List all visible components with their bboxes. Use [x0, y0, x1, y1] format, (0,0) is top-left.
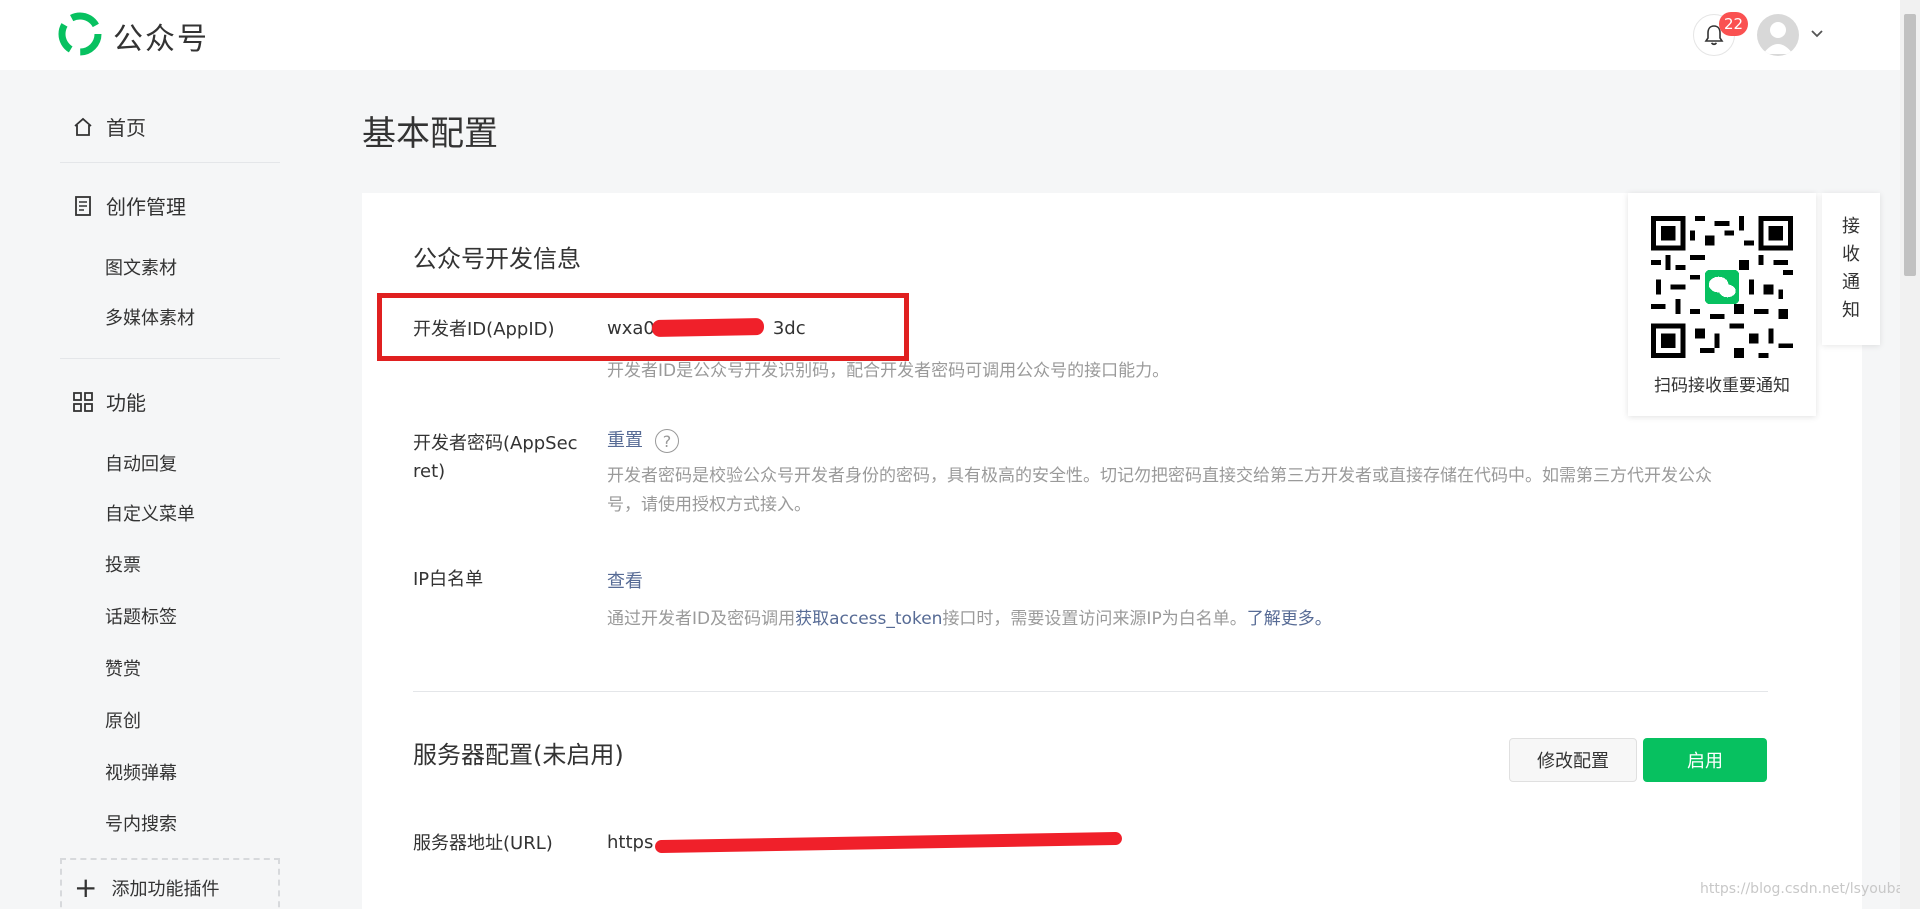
chevron-down-icon[interactable] [1808, 25, 1826, 43]
sidebar-item-custom-menu[interactable]: 自定义菜单 [105, 500, 195, 526]
sidebar-item-image-text[interactable]: 图文素材 [105, 254, 177, 280]
redaction-mark [651, 318, 765, 337]
appid-value-end: 3dc [772, 318, 806, 339]
add-plugin-label: 添加功能插件 [111, 879, 220, 900]
sidebar-item-topic-tag[interactable]: 话题标签 [105, 603, 177, 629]
sidebar-item-multimedia[interactable]: 多媒体素材 [105, 304, 195, 330]
appsecret-desc: 开发者密码是校验公众号开发者身份的密码，具有极高的安全性。切记勿把密码直接交给第… [607, 466, 1712, 515]
receive-notification-tab[interactable]: 接 收 通 知 [1822, 193, 1880, 345]
server-config-title: 服务器配置(未启用) [413, 741, 624, 769]
scrollbar[interactable] [1900, 0, 1920, 909]
avatar[interactable] [1757, 14, 1799, 56]
server-url-value: https [607, 832, 654, 853]
access-token-link[interactable]: 获取access_token [795, 609, 942, 629]
scrollbar-thumb[interactable] [1904, 14, 1916, 276]
reset-link[interactable]: 重置 [607, 430, 643, 451]
dev-info-title: 公众号开发信息 [413, 245, 581, 273]
sidebar-divider [60, 358, 280, 359]
server-url-label: 服务器地址(URL) [413, 833, 553, 854]
sidebar-item-reward[interactable]: 赞赏 [105, 655, 141, 681]
sidebar-item-features[interactable]: 功能 [72, 387, 146, 416]
qr-caption: 扫码接收重要通知 [1654, 376, 1790, 396]
top-bar: 公众号 22 [0, 0, 1900, 70]
learn-more-link[interactable]: 了解更多。 [1247, 609, 1332, 629]
sidebar-item-home[interactable]: 首页 [72, 112, 146, 141]
appid-value-start: wxa0 [607, 318, 655, 339]
user-avatar-icon [1763, 22, 1793, 54]
sidebar-item-creation[interactable]: 创作管理 [72, 191, 186, 220]
sidebar-item-label: 创作管理 [106, 195, 186, 219]
sidebar-item-video-danmaku[interactable]: 视频弹幕 [105, 759, 177, 785]
sidebar-item-auto-reply[interactable]: 自动回复 [105, 450, 177, 476]
ip-whitelist-view-link[interactable]: 查看 [607, 567, 643, 593]
notification-badge: 22 [1719, 12, 1749, 36]
sidebar-divider [60, 162, 280, 163]
watermark: https://blog.csdn.net/lsyoubao [1700, 881, 1913, 897]
appid-desc: 开发者ID是公众号开发识别码，配合开发者密码可调用公众号的接口能力。 [607, 361, 1170, 381]
section-divider [413, 691, 1768, 692]
help-icon[interactable]: ? [655, 429, 679, 453]
document-icon [75, 195, 91, 216]
ip-whitelist-desc: 通过开发者ID及密码调用获取access_token接口时，需要设置访问来源IP… [607, 609, 1332, 629]
appid-label: 开发者ID(AppID) [413, 319, 555, 340]
home-icon [74, 117, 92, 136]
sidebar-item-in-account-search[interactable]: 号内搜索 [105, 810, 177, 836]
appsecret-label: 开发者密码(AppSec ret) [413, 433, 578, 482]
edit-config-button[interactable]: 修改配置 [1509, 738, 1637, 782]
qr-code-icon[interactable] [1651, 216, 1793, 358]
plus-icon: + [74, 871, 98, 904]
qr-card: 扫码接收重要通知 [1628, 193, 1816, 416]
enable-button[interactable]: 启用 [1643, 738, 1767, 782]
grid-icon [73, 391, 93, 412]
sidebar-item-original[interactable]: 原创 [105, 707, 141, 733]
add-plugin-button[interactable]: + 添加功能插件 [60, 858, 280, 909]
brand-name[interactable]: 公众号 [113, 14, 209, 58]
ip-whitelist-label: IP白名单 [413, 569, 484, 590]
sidebar-item-label: 功能 [106, 391, 146, 415]
appsecret-actions: 重置? [607, 426, 679, 453]
page-title: 基本配置 [362, 114, 498, 154]
wechat-logo-icon[interactable] [58, 12, 102, 56]
sidebar-item-label: 首页 [106, 116, 146, 140]
sidebar-item-vote[interactable]: 投票 [105, 551, 141, 577]
